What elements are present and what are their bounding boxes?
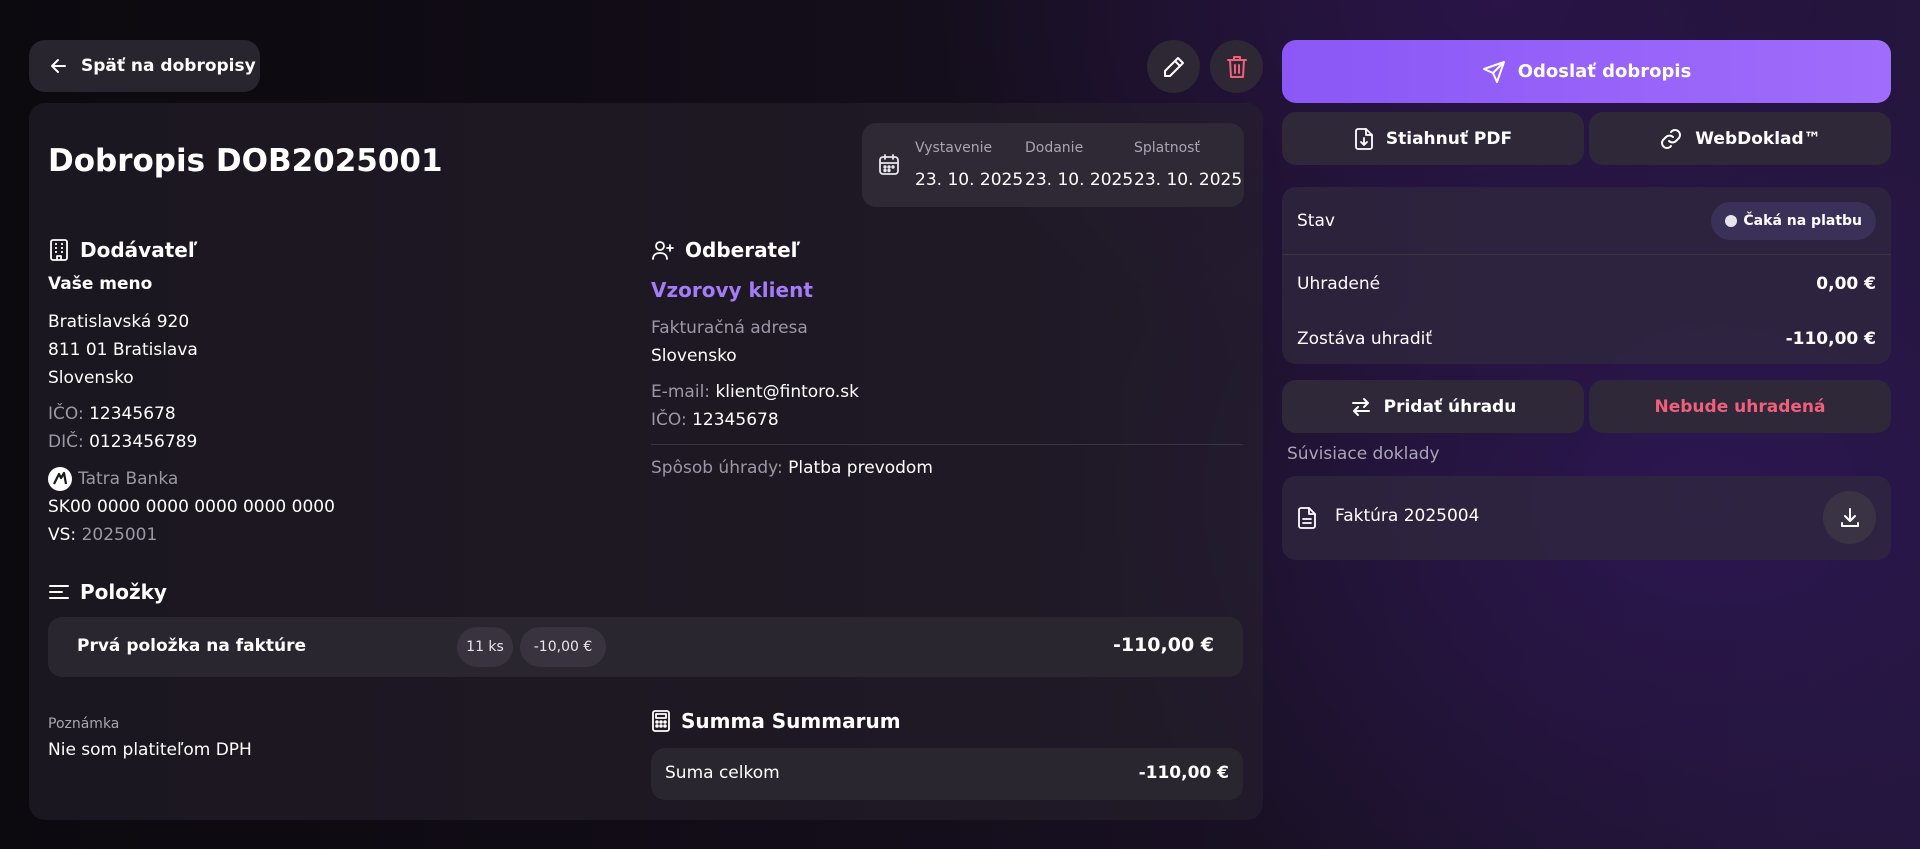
payment-method: Spôsob úhrady: Platba prevodom	[651, 458, 933, 478]
send-credit-note-button[interactable]: Odoslať dobropis	[1282, 40, 1891, 103]
item-name: Prvá položka na faktúre	[77, 636, 307, 656]
supplier-address: Bratislavská 920 811 01 Bratislava Slove…	[48, 312, 198, 388]
status-badge: Čaká na platbu	[1711, 202, 1876, 240]
item-qty: 11 ks	[457, 627, 513, 667]
bank-logo-icon	[48, 467, 72, 491]
swap-arrows-icon	[1350, 396, 1372, 418]
calculator-icon	[651, 709, 671, 733]
summary-heading: Summa Summarum	[651, 709, 901, 733]
building-icon	[48, 238, 70, 262]
customer-address: Fakturačná adresa Slovensko	[651, 318, 808, 366]
back-button[interactable]: Späť na dobropisy	[29, 40, 260, 92]
summary-total-label: Suma celkom	[665, 763, 780, 783]
pencil-icon	[1162, 55, 1186, 79]
bank-name: Tatra Banka	[78, 469, 179, 489]
edit-button[interactable]	[1147, 40, 1200, 93]
page-title: Dobropis DOB2025001	[48, 143, 443, 179]
status-row: Stav Čaká na platbu	[1297, 201, 1876, 241]
customer-divider	[651, 444, 1243, 445]
trash-icon	[1226, 55, 1248, 79]
delete-button[interactable]	[1210, 40, 1263, 93]
user-plus-icon	[651, 239, 675, 261]
date-due: Splatnosť 23. 10. 2025	[1134, 140, 1243, 190]
arrow-left-icon	[49, 56, 69, 76]
customer-email: klient@fintoro.sk	[715, 382, 859, 402]
file-download-icon	[1354, 127, 1374, 151]
summary-total-value: -110,00 €	[1138, 763, 1229, 783]
payment-status-card: Stav Čaká na platbu Uhradené 0,00 € Zost…	[1282, 187, 1891, 364]
related-document-card[interactable]: Faktúra 2025004	[1282, 476, 1891, 560]
supplier-ids: IČO: 12345678 DIČ: 0123456789	[48, 404, 198, 452]
note-text: Nie som platiteľom DPH	[48, 740, 252, 760]
supplier-vs: 2025001	[81, 525, 158, 545]
remaining-row: Zostáva uhradiť -110,00 €	[1297, 329, 1876, 349]
download-pdf-button[interactable]: Stiahnuť PDF	[1282, 112, 1584, 165]
related-download-button[interactable]	[1823, 491, 1876, 544]
supplier-name: Vaše meno	[48, 274, 153, 294]
download-icon	[1838, 506, 1862, 530]
status-dot-icon	[1725, 215, 1738, 227]
list-icon	[48, 583, 70, 601]
add-payment-button[interactable]: Pridať úhradu	[1282, 380, 1584, 433]
supplier-heading: Dodávateľ	[48, 238, 197, 262]
item-total: -110,00 €	[1112, 634, 1214, 656]
summary-total-row: Suma celkom -110,00 €	[651, 748, 1243, 800]
date-delivery: Dodanie 23. 10. 2025	[1025, 140, 1134, 190]
document-icon	[1297, 506, 1317, 530]
supplier-bank: Tatra Banka SK00 0000 0000 0000 0000 000…	[48, 465, 335, 549]
note-label: Poznámka	[48, 716, 120, 732]
table-row[interactable]: Prvá položka na faktúre 11 ks -10,00 € -…	[48, 617, 1243, 677]
calendar-icon	[878, 153, 900, 177]
customer-name-link[interactable]: Vzorovy klient	[651, 278, 813, 302]
related-document-label: Faktúra 2025004	[1335, 506, 1480, 526]
supplier-iban: SK00 0000 0000 0000 0000 0000	[48, 497, 335, 517]
supplier-ico: 12345678	[89, 404, 176, 424]
paid-row: Uhradené 0,00 €	[1297, 274, 1876, 294]
wont-be-paid-button[interactable]: Nebude uhradená	[1589, 380, 1891, 433]
items-heading: Položky	[48, 580, 167, 604]
customer-ico: 12345678	[692, 410, 779, 430]
customer-heading: Odberateľ	[651, 238, 800, 262]
supplier-dic: 0123456789	[89, 432, 198, 452]
status-divider	[1282, 254, 1891, 255]
document-card	[29, 103, 1263, 820]
link-icon	[1659, 127, 1683, 151]
webdoklad-button[interactable]: WebDoklad™	[1589, 112, 1891, 165]
related-heading: Súvisiace doklady	[1287, 444, 1440, 464]
dates-panel: Vystavenie 23. 10. 2025 Dodanie 23. 10. …	[862, 123, 1244, 207]
back-button-label: Späť na dobropisy	[81, 56, 256, 76]
item-unit-price: -10,00 €	[520, 627, 606, 667]
date-issue: Vystavenie 23. 10. 2025	[915, 140, 1024, 190]
send-icon	[1482, 60, 1506, 84]
customer-contact: E-mail: klient@fintoro.sk IČO: 12345678	[651, 382, 859, 430]
